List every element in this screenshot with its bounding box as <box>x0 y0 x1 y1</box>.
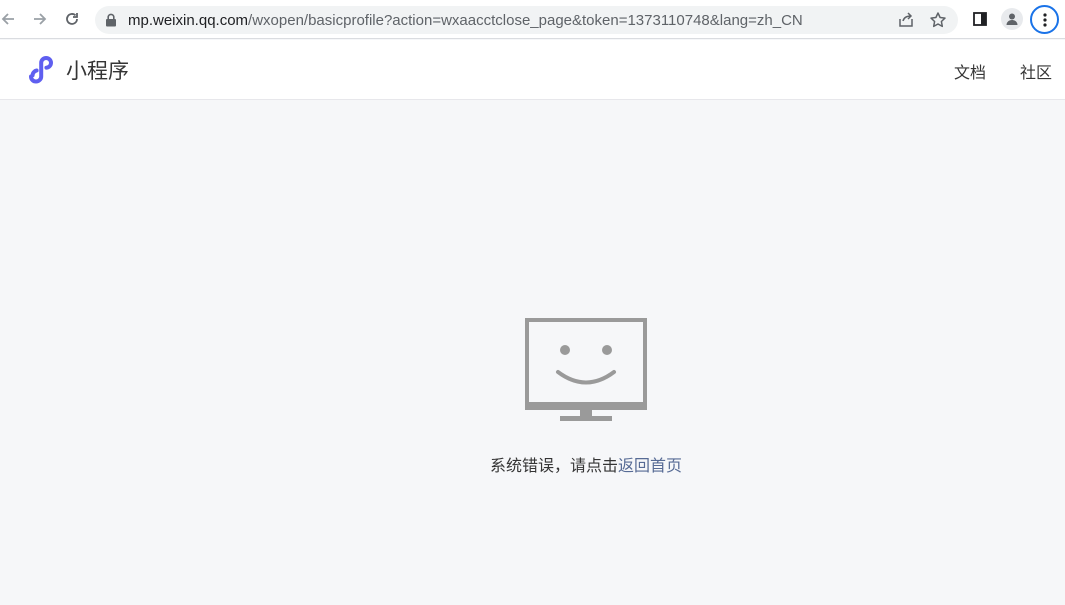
share-icon[interactable] <box>897 11 915 29</box>
address-bar[interactable]: mp.weixin.qq.com/wxopen/basicprofile?act… <box>95 6 958 34</box>
reload-button[interactable] <box>59 6 85 32</box>
browser-toolbar: mp.weixin.qq.com/wxopen/basicprofile?act… <box>0 0 1065 39</box>
site-header: 小程序 文档 社区 <box>0 40 1065 100</box>
browser-menu-button[interactable] <box>1030 5 1059 34</box>
back-button[interactable] <box>0 6 21 32</box>
brand-title[interactable]: 小程序 <box>66 55 129 85</box>
error-message: 系统错误，请点击返回首页 <box>0 452 1065 476</box>
lock-icon <box>106 13 116 27</box>
back-icon <box>1 13 14 25</box>
nav-docs-link[interactable]: 文档 <box>954 59 986 83</box>
nav-community-link[interactable]: 社区 <box>1020 59 1052 83</box>
forward-button[interactable] <box>27 6 53 32</box>
menu-icon <box>1042 12 1047 27</box>
return-home-link[interactable]: 返回首页 <box>618 456 682 475</box>
reload-icon <box>66 13 78 25</box>
url-text: mp.weixin.qq.com/wxopen/basicprofile?act… <box>128 12 803 29</box>
star-icon[interactable] <box>929 11 947 29</box>
profile-button[interactable] <box>1001 8 1023 30</box>
miniprogram-logo-icon[interactable] <box>25 53 57 85</box>
monitor-smiley-icon <box>525 318 647 421</box>
profile-icon <box>1006 13 1018 25</box>
forward-icon <box>34 13 47 25</box>
side-panel-button[interactable] <box>967 6 993 32</box>
error-text: 系统错误，请点击 <box>489 456 618 475</box>
side-panel-icon <box>973 12 987 26</box>
